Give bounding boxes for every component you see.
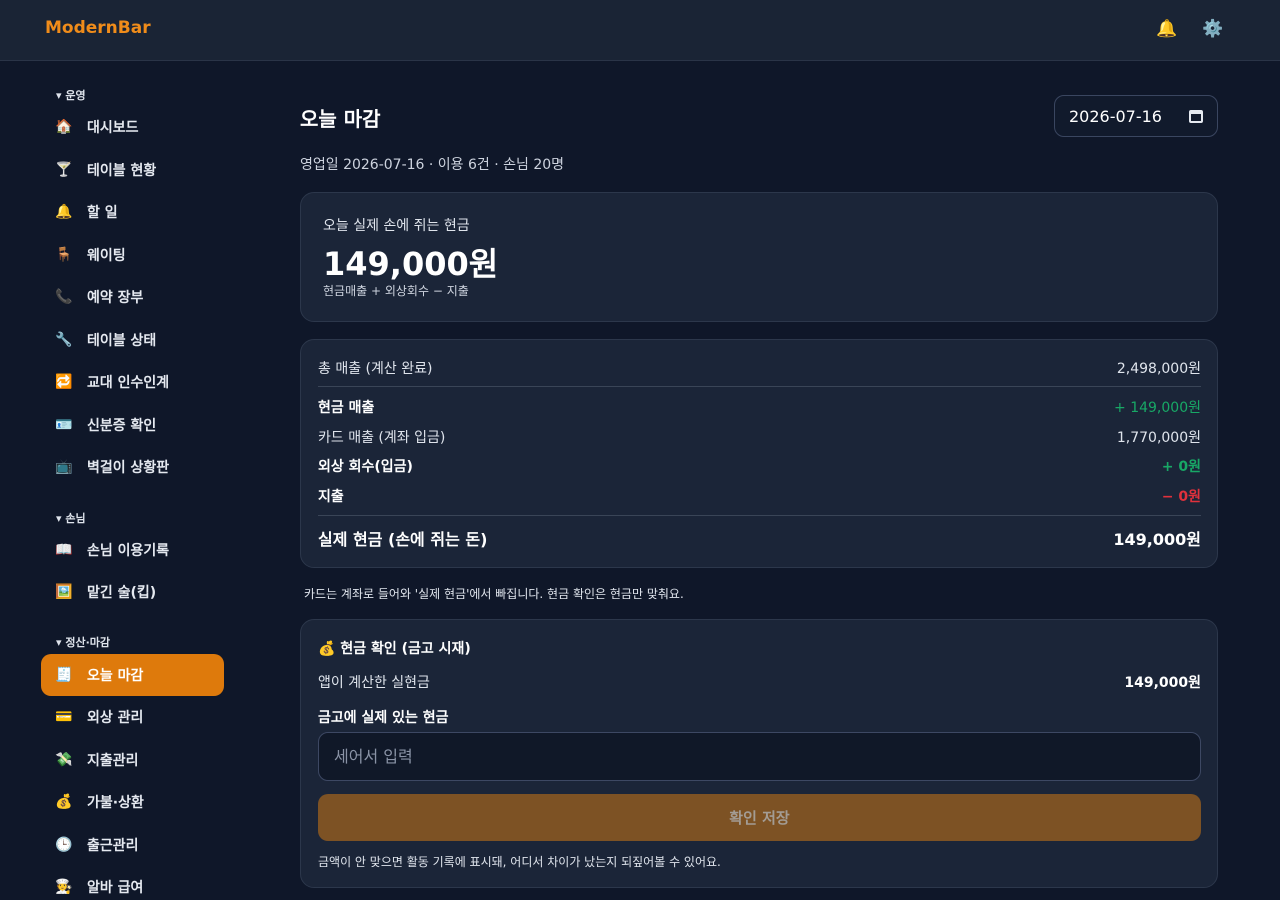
summary-row-total: 실제 현금 (손에 쥐는 돈) 149,000원 — [318, 526, 1201, 550]
repeat-icon: 🔁 — [55, 374, 73, 390]
book-icon: 📖 — [55, 542, 73, 558]
calendar-icon[interactable] — [1189, 109, 1203, 123]
sidebar-item-id-check[interactable]: 🪪 신분증 확인 — [41, 404, 224, 446]
brand-logo[interactable]: ModernBar — [45, 18, 151, 38]
summary-label: 총 매출 (계산 완료) — [318, 361, 433, 377]
mismatch-footnote: 금액이 안 맞으면 활동 기록에 표시돼, 어디서 차이가 났는지 되짚어볼 수… — [318, 855, 721, 869]
sidebar-item-waiting[interactable]: 🪑 웨이팅 — [41, 234, 224, 276]
tv-icon: 📺 — [55, 459, 73, 475]
summary-row-gross: 총 매출 (계산 완료) 2,498,000원 — [318, 358, 1201, 378]
summary-row-expenses: 지출 − 0원 — [318, 486, 1201, 506]
bell-icon: 🔔 — [55, 204, 73, 220]
summary-total-value: 149,000원 — [1113, 530, 1201, 549]
card-cash-hint: 카드는 계좌로 들어와 '실제 현금'에서 빠집니다. 현금 확인은 현금만 맞… — [304, 587, 684, 601]
summary-value: − 0원 — [1161, 489, 1201, 505]
top-bar: ModernBar 🔔 ⚙️ — [0, 0, 1280, 61]
divider — [318, 386, 1201, 387]
phone-icon: 📞 — [55, 289, 73, 305]
date-picker[interactable]: 2026-07-16 — [1054, 95, 1218, 137]
summary-label: 외상 회수(입금) — [318, 459, 413, 475]
money-bag-icon: 💰 — [55, 794, 73, 810]
cash-check-card: 💰 현금 확인 (금고 시재) 앱이 계산한 실현금 149,000원 금고에 … — [300, 619, 1218, 888]
page-title: 오늘 마감 — [300, 107, 381, 131]
id-card-icon: 🪪 — [55, 417, 73, 433]
summary-row-card-sales: 카드 매출 (계좌 입금) 1,770,000원 — [318, 427, 1201, 447]
summary-label: 현금 매출 — [318, 400, 375, 416]
cash-on-hand-label: 오늘 실제 손에 쥐는 현금 — [323, 218, 470, 234]
summary-label: 카드 매출 (계좌 입금) — [318, 430, 446, 446]
cash-on-hand-amount: 149,000원 — [323, 245, 499, 283]
house-icon: 🏠 — [55, 119, 73, 135]
sidebar-item-table-status[interactable]: 🍸 테이블 현황 — [41, 149, 224, 191]
gear-icon[interactable]: ⚙️ — [1202, 18, 1224, 40]
money-bag-icon: 💰 — [318, 641, 336, 657]
safe-cash-input[interactable] — [318, 732, 1201, 781]
sidebar-item-guest-history[interactable]: 📖 손님 이용기록 — [41, 529, 224, 571]
summary-value: + 149,000원 — [1114, 400, 1201, 416]
divider — [318, 515, 1201, 516]
summary-row-credit-collected: 외상 회수(입금) + 0원 — [318, 456, 1201, 476]
sidebar-item-payroll[interactable]: 🧑‍🍳 알바 급여 — [41, 866, 224, 900]
wrench-icon: 🔧 — [55, 332, 73, 348]
date-value: 2026-07-16 — [1069, 106, 1162, 126]
sidebar-item-attendance[interactable]: 🕒 출근관리 — [41, 824, 224, 866]
sidebar-item-todo[interactable]: 🔔 할 일 — [41, 191, 224, 233]
cash-on-hand-card: 오늘 실제 손에 쥐는 현금 149,000원 현금매출 + 외상회수 − 지출 — [300, 192, 1218, 322]
cocktail-icon: 🍸 — [55, 162, 73, 178]
app-calculated-label: 앱이 계산한 실현금 — [318, 675, 430, 691]
sidebar-item-table-state[interactable]: 🔧 테이블 상태 — [41, 319, 224, 361]
clock-icon: 🕒 — [55, 837, 73, 853]
app-calculated-value: 149,000원 — [1124, 675, 1201, 691]
summary-row-cash-sales: 현금 매출 + 149,000원 — [318, 397, 1201, 417]
sidebar-section-title: ▾ 운영 — [56, 89, 86, 102]
summary-value: + 0원 — [1161, 459, 1201, 475]
confirm-save-button[interactable]: 확인 저장 — [318, 794, 1201, 841]
bell-icon[interactable]: 🔔 — [1156, 18, 1178, 40]
sidebar-section-title: ▾ 정산·마감 — [56, 636, 111, 649]
app-calculated-row: 앱이 계산한 실현금 149,000원 — [318, 672, 1201, 692]
cash-on-hand-formula: 현금매출 + 외상회수 − 지출 — [323, 284, 469, 298]
summary-value: 1,770,000원 — [1116, 430, 1201, 446]
summary-label: 지출 — [318, 489, 344, 505]
cash-check-title: 💰 현금 확인 (금고 시재) — [318, 641, 471, 657]
safe-cash-label: 금고에 실제 있는 현금 — [318, 710, 449, 726]
business-day-summary: 영업일 2026-07-16 · 이용 6건 · 손님 20명 — [300, 157, 565, 173]
sidebar-item-advance-repay[interactable]: 💰 가불·상환 — [41, 781, 224, 823]
sidebar-item-credit[interactable]: 💳 외상 관리 — [41, 696, 224, 738]
sidebar: ▾ 운영 🏠 대시보드 🍸 테이블 현황 🔔 할 일 🪑 웨이팅 📞 예약 장부 🔧 테이블… — [0, 61, 264, 900]
chair-icon: 🪑 — [55, 247, 73, 263]
sidebar-section-title: ▾ 손님 — [56, 512, 86, 525]
sales-summary-card: 총 매출 (계산 완료) 2,498,000원 현금 매출 + 149,000원… — [300, 339, 1218, 568]
credit-card-icon: 💳 — [55, 709, 73, 725]
money-wings-icon: 💸 — [55, 752, 73, 768]
sidebar-item-shift-handover[interactable]: 🔁 교대 인수인계 — [41, 361, 224, 403]
sidebar-item-bottle-keep[interactable]: 🖼️ 맡긴 술(킵) — [41, 571, 224, 613]
sidebar-item-reservations[interactable]: 📞 예약 장부 — [41, 276, 224, 318]
sidebar-item-wall-board[interactable]: 📺 벽걸이 상황판 — [41, 446, 224, 488]
summary-total-label: 실제 현금 (손에 쥐는 돈) — [318, 530, 488, 549]
receipt-icon: 🧾 — [55, 667, 73, 683]
sidebar-item-daily-close[interactable]: 🧾 오늘 마감 — [41, 654, 224, 696]
summary-value: 2,498,000원 — [1116, 361, 1201, 377]
picture-icon: 🖼️ — [55, 584, 73, 600]
sidebar-item-dashboard[interactable]: 🏠 대시보드 — [41, 106, 224, 148]
sidebar-item-expenses[interactable]: 💸 지출관리 — [41, 739, 224, 781]
cook-icon: 🧑‍🍳 — [55, 879, 73, 895]
